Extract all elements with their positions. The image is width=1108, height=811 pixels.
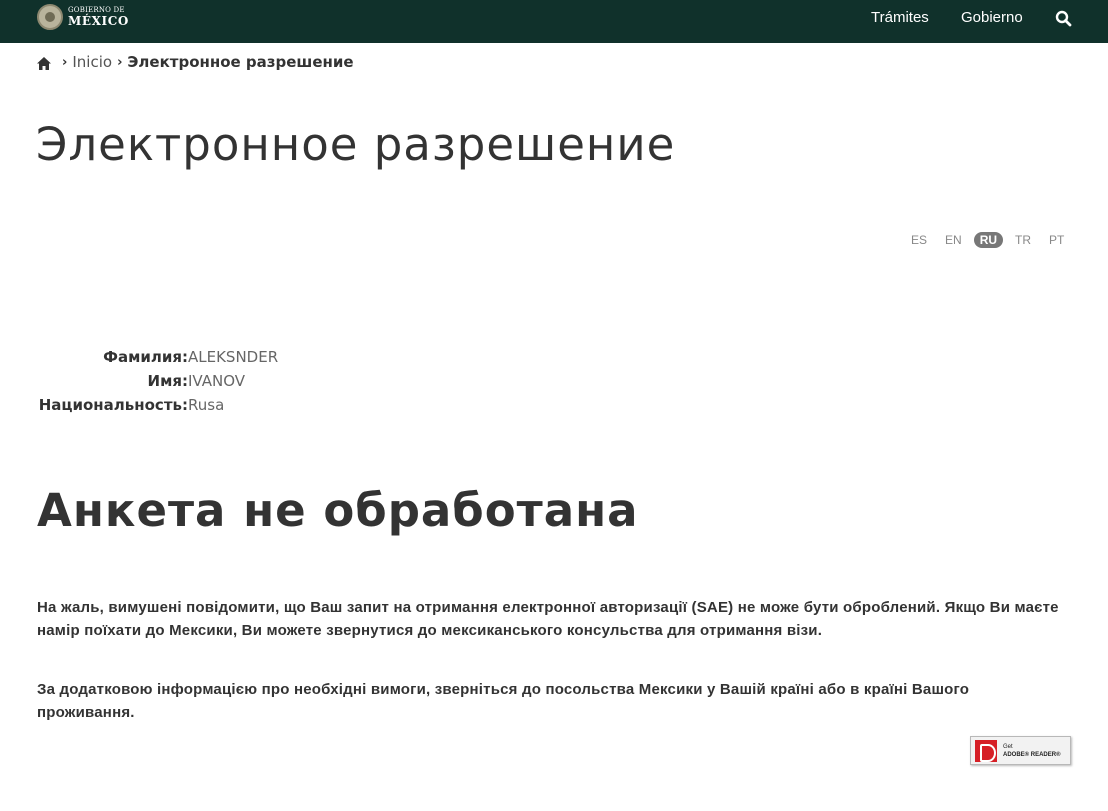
info-row-surname: Фамилия: ALEKSNDER: [37, 345, 278, 369]
name-label: Имя:: [147, 372, 188, 390]
adobe-get-label: Get: [1003, 743, 1013, 750]
nav-link-gobierno[interactable]: Gobierno: [961, 9, 1023, 26]
chevron-right-icon: ›: [62, 54, 68, 70]
breadcrumb: › Inicio › Электронное разрешение: [37, 52, 354, 72]
page-title: Электронное разрешение: [36, 118, 676, 171]
nav-link-tramites[interactable]: Trámites: [871, 9, 929, 26]
lang-es[interactable]: ES: [905, 232, 933, 248]
breadcrumb-inicio[interactable]: Inicio: [72, 53, 112, 71]
nationality-value: Rusa: [188, 396, 225, 414]
nationality-label: Национальность:: [38, 396, 188, 414]
coat-of-arms-icon: [37, 4, 63, 30]
logo-subtitle: GOBIERNO DE: [68, 6, 125, 14]
info-row-nationality: Национальность: Rusa: [37, 393, 278, 417]
logo-title: MÉXICO: [68, 14, 129, 28]
surname-value: ALEKSNDER: [188, 348, 279, 366]
home-icon[interactable]: [37, 56, 51, 70]
language-switcher: ES EN RU TR PT: [902, 231, 1073, 249]
breadcrumb-current: Электронное разрешение: [127, 53, 354, 71]
get-adobe-reader-button[interactable]: Get ADOBE® READER®: [970, 736, 1071, 765]
applicant-info: Фамилия: ALEKSNDER Имя: IVANOV Националь…: [37, 345, 278, 417]
name-value: IVANOV: [188, 372, 246, 390]
status-message: На жаль, вимушені повідомити, що Ваш зап…: [37, 599, 1059, 639]
surname-label: Фамилия:: [103, 348, 188, 366]
adobe-reader-icon: [975, 739, 997, 762]
info-row-name: Имя: IVANOV: [37, 369, 278, 393]
lang-ru[interactable]: RU: [973, 232, 1004, 248]
lang-pt[interactable]: PT: [1043, 232, 1070, 248]
lang-en[interactable]: EN: [939, 232, 968, 248]
adobe-reader-label: ADOBE® READER®: [1003, 751, 1061, 758]
chevron-right-icon: ›: [117, 54, 123, 70]
status-title: Анкета не обработана: [37, 484, 639, 537]
gobierno-logo[interactable]: GOBIERNO DE MÉXICO: [37, 3, 129, 31]
lang-tr[interactable]: TR: [1009, 232, 1037, 248]
top-navbar: GOBIERNO DE MÉXICO Trámites Gobierno: [0, 0, 1108, 43]
status-info-message: За додатковою інформацією про необхідні …: [37, 681, 970, 721]
search-icon[interactable]: [1054, 9, 1074, 29]
